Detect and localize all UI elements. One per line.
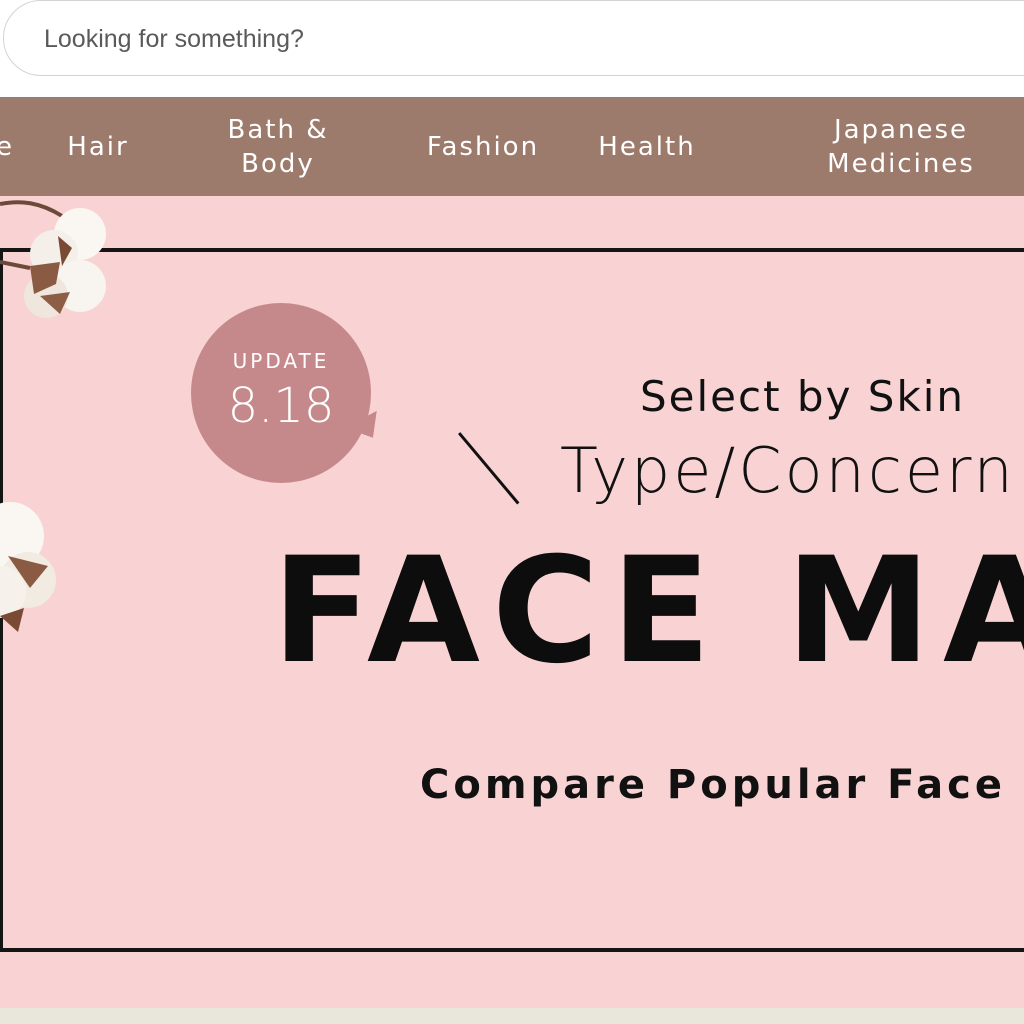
banner-line-1: Select by Skin bbox=[640, 372, 966, 421]
update-badge-label: UPDATE bbox=[232, 349, 330, 373]
search-box[interactable] bbox=[3, 0, 1024, 76]
search-input[interactable] bbox=[44, 19, 744, 59]
nav-item-partial[interactable]: e bbox=[0, 97, 20, 196]
frame-bottom-line bbox=[0, 948, 1024, 952]
frame-top-line bbox=[0, 248, 1024, 252]
face-mask-banner[interactable]: UPDATE 8.18 Select by Skin Type/Concern … bbox=[0, 196, 1024, 1008]
cotton-flower-image bbox=[0, 200, 106, 632]
banner-headline: FACE MASK bbox=[272, 526, 1024, 696]
bottom-strip bbox=[0, 1008, 1024, 1024]
nav-item-health[interactable]: Health bbox=[584, 97, 710, 196]
nav-item-fashion[interactable]: Fashion bbox=[410, 97, 556, 196]
banner-subline: Compare Popular Face Masks bbox=[420, 762, 1024, 808]
nav-item-hair[interactable]: Hair bbox=[52, 97, 144, 196]
update-badge-date: 8.18 bbox=[227, 378, 335, 434]
slash-decoration bbox=[458, 432, 520, 505]
nav-item-japanese-medicines[interactable]: Japanese Medicines bbox=[808, 97, 994, 196]
category-nav: e Hair Bath & Body Fashion Health Japane… bbox=[0, 97, 1024, 196]
banner-line-2: Type/Concern bbox=[560, 434, 1016, 507]
nav-item-bath-body[interactable]: Bath & Body bbox=[208, 97, 348, 196]
search-bar bbox=[0, 0, 1024, 97]
